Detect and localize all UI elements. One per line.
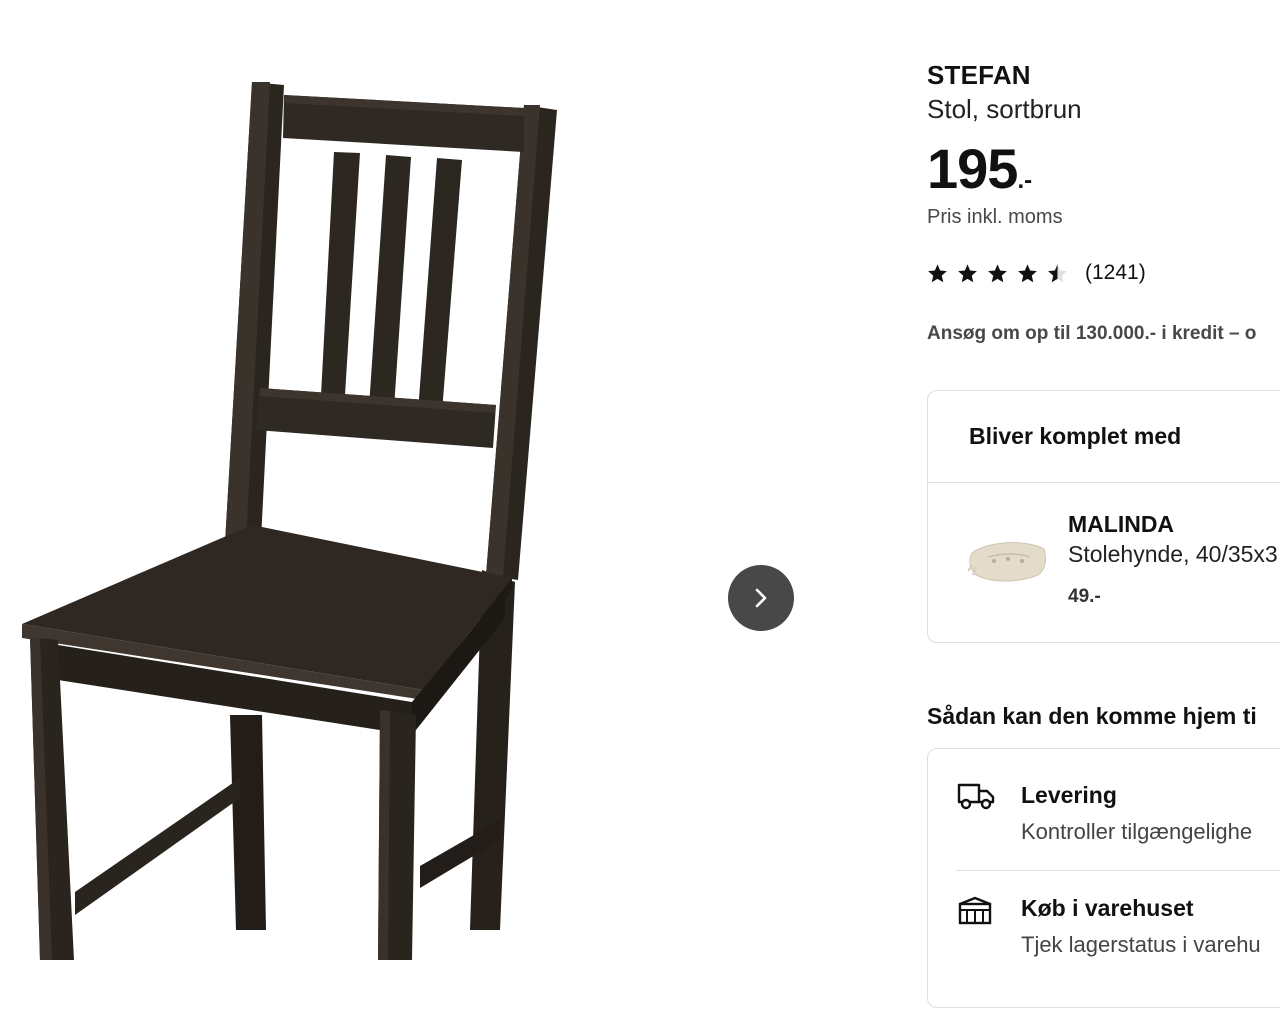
complete-with-item[interactable]: MALINDA Stolehynde, 40/35x3 49.- (928, 483, 1280, 643)
delivery-option-subtitle: Kontroller tilgængelighe (1021, 819, 1253, 844)
store-icon (958, 896, 992, 925)
chevron-right-icon (755, 588, 767, 608)
delivery-option-title: Køb i varehuset (1021, 895, 1194, 921)
delivery-option-title: Levering (1021, 782, 1117, 808)
complete-item-price: 49.- (1068, 586, 1101, 607)
next-image-button[interactable] (728, 565, 794, 631)
product-image-gallery (0, 0, 880, 960)
price-vat-note: Pris inkl. moms (927, 206, 1063, 228)
star-full-icon (958, 263, 977, 282)
truck-icon (957, 783, 995, 810)
product-name: STEFAN (927, 60, 1031, 90)
delivery-options-card: Levering Kontroller tilgængelighe Køb i … (927, 748, 1280, 1008)
price-integer: 195 (927, 137, 1018, 200)
product-info-panel: STEFAN Stol, sortbrun 195.- Pris inkl. m… (927, 0, 1280, 1008)
star-full-icon (1018, 263, 1037, 282)
star-full-icon (988, 263, 1007, 282)
complete-with-header: Bliver komplet med (928, 391, 1280, 483)
cushion-product-image (968, 542, 1047, 582)
delivery-heading: Sådan kan den komme hjem ti (927, 703, 1257, 729)
complete-with-title: Bliver komplet med (969, 423, 1182, 449)
price-suffix: .- (1017, 167, 1033, 194)
star-half-icon (1048, 263, 1067, 282)
credit-offer-link[interactable]: Ansøg om op til 130.000.- i kredit – o (927, 323, 1256, 345)
product-image-chair[interactable] (0, 0, 880, 960)
delivery-option-store[interactable]: Køb i varehuset Tjek lagerstatus i vareh… (928, 871, 1280, 1011)
star-full-icon (928, 263, 947, 282)
review-count: (1241) (1085, 261, 1146, 284)
complete-with-card: Bliver komplet med MALINDA Stolehynde, 4… (927, 390, 1280, 643)
delivery-option-subtitle: Tjek lagerstatus i varehu (1021, 932, 1261, 957)
delivery-option-home[interactable]: Levering Kontroller tilgængelighe (928, 749, 1280, 871)
complete-item-description: Stolehynde, 40/35x3 (1068, 541, 1278, 567)
product-price: 195.- (927, 136, 1032, 201)
product-description: Stol, sortbrun (927, 94, 1082, 124)
product-rating[interactable]: (1241) (927, 261, 1146, 285)
complete-item-name: MALINDA (1068, 511, 1175, 537)
rating-stars (927, 263, 1068, 284)
